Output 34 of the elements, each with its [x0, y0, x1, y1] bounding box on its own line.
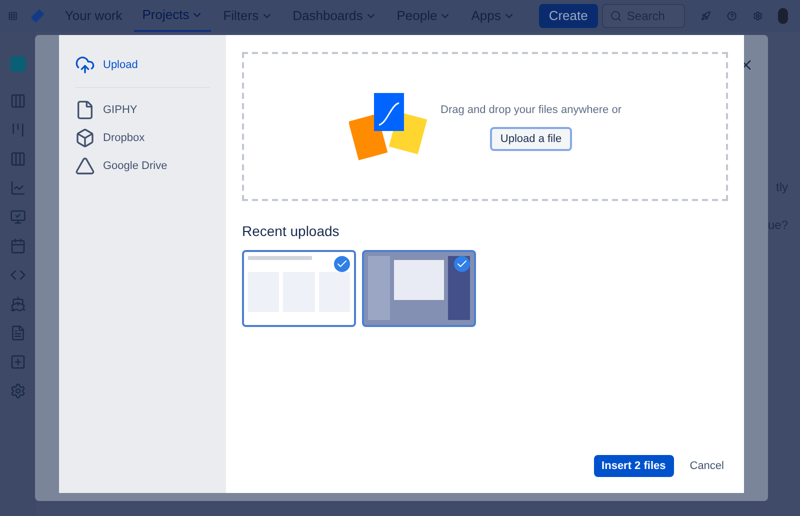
cancel-button[interactable]: Cancel [686, 455, 728, 477]
search-icon [610, 10, 622, 22]
source-item[interactable]: GIPHY [75, 96, 210, 124]
dropzone[interactable]: Drag and drop your files anywhere or Upload a file [242, 52, 728, 201]
thumbnail-card [318, 272, 350, 312]
board-icon[interactable] [10, 93, 26, 109]
calendar-icon[interactable] [10, 238, 26, 254]
ship-icon[interactable] [10, 296, 26, 312]
box-icon [75, 128, 95, 148]
source-item[interactable]: Dropbox [75, 124, 210, 152]
add-page-icon[interactable] [10, 354, 26, 370]
dropzone-text: Drag and drop your files anywhere or [440, 103, 622, 118]
section-title: Recent uploads [242, 222, 340, 241]
source-item[interactable]: Google Drive [75, 152, 210, 180]
upload-button[interactable]: Upload a file [490, 126, 572, 151]
create-button[interactable]: Create [538, 4, 598, 28]
project-icon[interactable] [10, 56, 26, 72]
source-item[interactable]: Upload [75, 51, 210, 79]
thumbnail-dialog [394, 260, 444, 300]
triangle-icon [75, 156, 95, 176]
cloud-upload-icon [75, 55, 95, 75]
columns-icon[interactable] [10, 151, 26, 167]
monitor-icon[interactable] [10, 209, 26, 225]
document-icon[interactable] [10, 325, 26, 341]
avatar[interactable] [778, 8, 788, 24]
check-icon [456, 258, 468, 270]
thumbnail-image[interactable] [242, 250, 356, 327]
check-icon [336, 258, 348, 270]
file-icon [75, 100, 95, 120]
settings-icon[interactable] [10, 383, 26, 399]
chart-icon[interactable] [10, 180, 26, 196]
thumbnail-image[interactable] [362, 250, 476, 327]
thumbnail-heading [248, 256, 312, 260]
insert-button[interactable]: Insert 2 files [594, 455, 674, 477]
